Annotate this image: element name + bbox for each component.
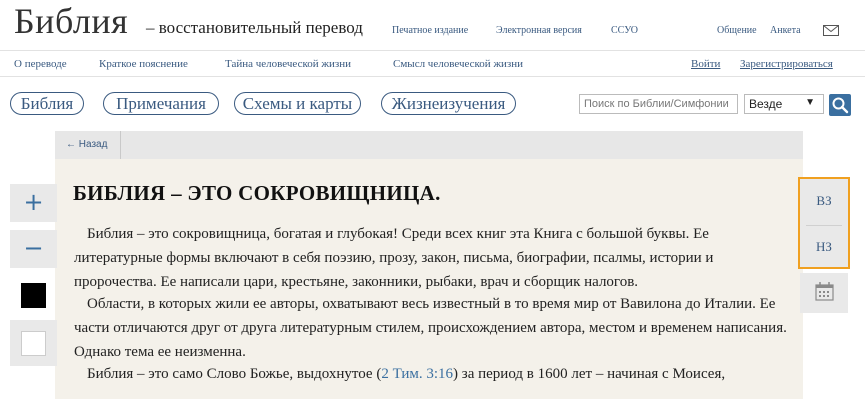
- nav-divider: [0, 76, 865, 77]
- nav-mystery-of-life[interactable]: Тайна человеческой жизни: [225, 58, 351, 70]
- article-paragraph: Библия – это сокровищница, богатая и глу…: [74, 226, 714, 290]
- calendar-button[interactable]: [800, 273, 848, 313]
- verse-reference-link[interactable]: 2 Тим. 3:16: [381, 366, 453, 382]
- nav-meaning-of-life[interactable]: Смысл человеческой жизни: [393, 58, 523, 70]
- search-input[interactable]: [579, 94, 738, 114]
- new-testament-button[interactable]: НЗ: [800, 226, 848, 268]
- decrease-font-button[interactable]: −: [10, 230, 57, 268]
- paragraph-text: ) за период в 1600 лет – начиная с Моисе…: [453, 366, 726, 382]
- light-theme-swatch[interactable]: [21, 331, 46, 356]
- back-bar: [55, 131, 803, 159]
- paragraph-text: Библия – это само Слово Божье, выдохнуто…: [87, 366, 382, 382]
- nav-about-translation[interactable]: О переводе: [14, 58, 67, 70]
- search-scope-value: Везде: [749, 97, 783, 111]
- tab-charts-maps[interactable]: Схемы и карты: [234, 92, 361, 115]
- dropdown-arrow-icon: ▼: [805, 97, 815, 108]
- tab-bible[interactable]: Библия: [10, 92, 84, 115]
- search-button[interactable]: [829, 94, 851, 116]
- article-paragraph: Библия – это само Слово Божье, выдохнуто…: [74, 362, 788, 386]
- site-tagline: – восстановительный перевод: [146, 18, 363, 37]
- survey-link[interactable]: Анкета: [770, 25, 801, 36]
- back-link[interactable]: ← Назад: [66, 139, 107, 150]
- register-link[interactable]: Зарегистрироваться: [740, 58, 833, 70]
- print-edition-link[interactable]: Печатное издание: [392, 25, 468, 36]
- ssuo-link[interactable]: ССУО: [611, 25, 638, 36]
- increase-font-button[interactable]: +: [10, 184, 57, 222]
- mail-icon[interactable]: [823, 25, 839, 36]
- tab-life-studies[interactable]: Жизнеизучения: [381, 92, 516, 115]
- search-icon: [832, 97, 849, 114]
- calendar-icon: [815, 282, 834, 301]
- old-testament-button[interactable]: ВЗ: [800, 180, 848, 222]
- site-logo[interactable]: Библия: [14, 0, 128, 42]
- back-bar-divider: [120, 131, 121, 159]
- fellowship-link[interactable]: Общение: [717, 25, 757, 36]
- nav-brief-explanation[interactable]: Краткое пояснение: [99, 58, 188, 70]
- article-paragraph: Области, в которых жили ее авторы, охват…: [74, 296, 787, 360]
- login-link[interactable]: Войти: [691, 58, 720, 70]
- tab-notes[interactable]: Примечания: [103, 92, 219, 115]
- header-divider: [0, 50, 865, 51]
- article-title: БИБЛИЯ – ЭТО СОКРОВИЩНИЦА.: [73, 181, 441, 205]
- search-scope-select[interactable]: Везде ▼: [744, 94, 824, 114]
- electronic-version-link[interactable]: Электронная версия: [496, 25, 582, 36]
- dark-theme-swatch[interactable]: [21, 283, 46, 308]
